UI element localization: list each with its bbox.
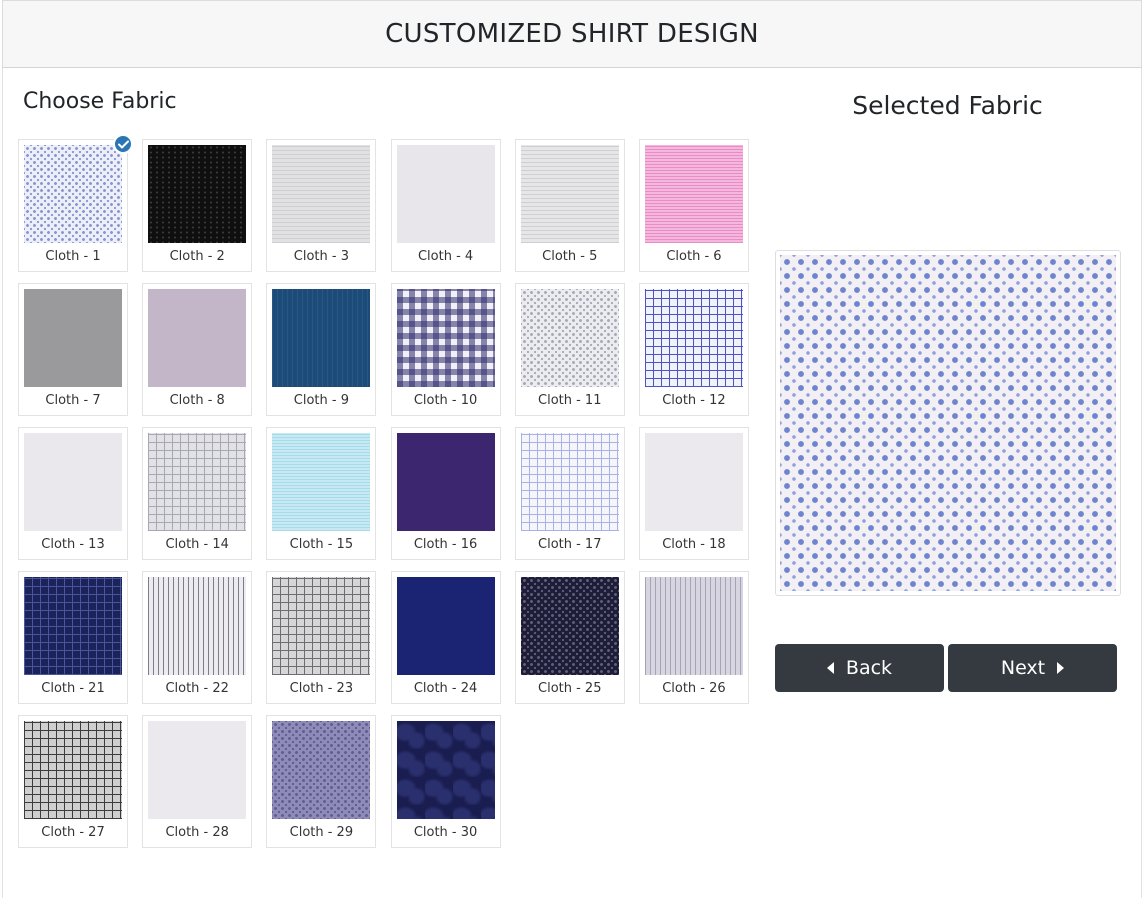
fabric-tile[interactable]: Cloth - 25 (514, 571, 625, 704)
fabric-swatch (24, 145, 122, 243)
fabric-swatch (520, 433, 619, 531)
back-button[interactable]: Back (775, 644, 944, 692)
fabric-label: Cloth - 10 (413, 393, 478, 408)
fabric-label: Cloth - 16 (413, 537, 478, 552)
fabric-tile[interactable]: Cloth - 17 (514, 427, 625, 560)
fabric-label: Cloth - 1 (45, 249, 101, 264)
fabric-tile[interactable]: Cloth - 5 (514, 139, 625, 272)
fabric-tile[interactable]: Cloth - 23 (266, 571, 377, 704)
fabric-label: Cloth - 21 (41, 681, 105, 696)
selected-fabric-preview (775, 250, 1121, 596)
fabric-swatch (520, 577, 619, 675)
fabric-label: Cloth - 3 (293, 249, 349, 264)
fabric-swatch (272, 721, 371, 819)
fabric-label: Cloth - 4 (417, 249, 474, 264)
fabric-swatch (24, 289, 122, 387)
fabric-label: Cloth - 17 (538, 537, 602, 552)
fabric-tile[interactable]: Cloth - 18 (638, 427, 749, 560)
fabric-tile[interactable]: Cloth - 2 (142, 139, 253, 272)
page-title: CUSTOMIZED SHIRT DESIGN (385, 19, 759, 49)
fabric-swatch (396, 145, 495, 243)
fabric-label: Cloth - 22 (165, 681, 229, 696)
fabric-label: Cloth - 24 (413, 681, 478, 696)
fabric-tile[interactable]: Cloth - 12 (638, 283, 749, 416)
fabric-swatch (644, 433, 743, 531)
fabric-tile[interactable]: Cloth - 28 (142, 715, 253, 848)
fabric-swatch (396, 721, 495, 819)
fabric-swatch (148, 289, 247, 387)
fabric-tile[interactable]: Cloth - 1 (18, 134, 133, 272)
fabric-label: Cloth - 15 (289, 537, 354, 552)
fabric-tile[interactable]: Cloth - 16 (390, 427, 501, 560)
fabric-swatch (148, 721, 247, 819)
fabric-swatch (24, 721, 122, 819)
fabric-tile[interactable]: Cloth - 6 (638, 139, 749, 272)
fabric-tile[interactable]: Cloth - 13 (18, 427, 128, 560)
next-button[interactable]: Next (948, 644, 1117, 692)
caret-right-icon (1057, 662, 1065, 674)
fabric-label: Cloth - 12 (662, 393, 726, 408)
fabric-tile[interactable]: Cloth - 7 (18, 283, 128, 416)
fabric-label: Cloth - 5 (542, 249, 598, 264)
fabric-label: Cloth - 11 (538, 393, 602, 408)
fabric-swatch (24, 433, 122, 531)
fabric-tile[interactable]: Cloth - 3 (266, 139, 377, 272)
fabric-label: Cloth - 30 (413, 825, 478, 840)
fabric-swatch (24, 577, 122, 675)
fabric-swatch (148, 433, 247, 531)
fabric-tile[interactable]: Cloth - 8 (142, 283, 253, 416)
fabric-swatch (272, 145, 371, 243)
fabric-tile[interactable]: Cloth - 15 (266, 427, 377, 560)
fabric-label: Cloth - 7 (45, 393, 101, 408)
back-button-label: Back (845, 657, 893, 679)
fabric-label: Cloth - 8 (169, 393, 225, 408)
fabric-tile[interactable]: Cloth - 24 (390, 571, 501, 704)
fabric-tile[interactable]: Cloth - 11 (514, 283, 625, 416)
fabric-tile[interactable]: Cloth - 26 (638, 571, 749, 704)
fabric-swatch (272, 577, 371, 675)
fabric-label: Cloth - 29 (289, 825, 354, 840)
fabric-tile[interactable]: Cloth - 14 (142, 427, 253, 560)
caret-left-icon (826, 662, 834, 674)
fabric-swatch (148, 577, 247, 675)
fabric-grid: Cloth - 1 Cloth - 2 Cloth - 3 Cloth - 4 Clot… (18, 134, 758, 848)
selected-fabric-heading: Selected Fabric (852, 91, 1043, 120)
fabric-tile[interactable]: Cloth - 27 (18, 715, 128, 848)
fabric-label: Cloth - 27 (41, 825, 105, 840)
fabric-tile[interactable]: Cloth - 22 (142, 571, 253, 704)
fabric-swatch (272, 289, 371, 387)
fabric-label: Cloth - 25 (538, 681, 602, 696)
fabric-swatch (396, 433, 495, 531)
fabric-label: Cloth - 13 (41, 537, 105, 552)
check-circle-icon (113, 134, 133, 154)
fabric-swatch (148, 145, 247, 243)
fabric-swatch (644, 577, 743, 675)
fabric-swatch (520, 289, 619, 387)
fabric-tile[interactable]: Cloth - 30 (390, 715, 501, 848)
selected-fabric-image (780, 255, 1116, 591)
fabric-swatch (272, 433, 371, 531)
fabric-swatch (644, 145, 743, 243)
choose-fabric-heading: Choose Fabric (23, 89, 177, 114)
next-button-label: Next (1000, 657, 1046, 679)
fabric-label: Cloth - 23 (289, 681, 354, 696)
fabric-label: Cloth - 2 (169, 249, 225, 264)
fabric-label: Cloth - 6 (666, 249, 722, 264)
fabric-swatch (396, 577, 495, 675)
fabric-tile[interactable]: Cloth - 9 (266, 283, 377, 416)
fabric-label: Cloth - 28 (165, 825, 229, 840)
page-header: CUSTOMIZED SHIRT DESIGN (2, 0, 1142, 68)
fabric-label: Cloth - 26 (662, 681, 726, 696)
fabric-label: Cloth - 14 (165, 537, 229, 552)
fabric-tile[interactable]: Cloth - 10 (390, 283, 501, 416)
fabric-swatch (520, 145, 619, 243)
fabric-label: Cloth - 9 (293, 393, 349, 408)
fabric-label: Cloth - 18 (662, 537, 726, 552)
fabric-swatch (396, 289, 495, 387)
fabric-tile[interactable]: Cloth - 29 (266, 715, 377, 848)
fabric-swatch (644, 289, 743, 387)
fabric-tile[interactable]: Cloth - 21 (18, 571, 128, 704)
fabric-tile[interactable]: Cloth - 4 (390, 139, 501, 272)
